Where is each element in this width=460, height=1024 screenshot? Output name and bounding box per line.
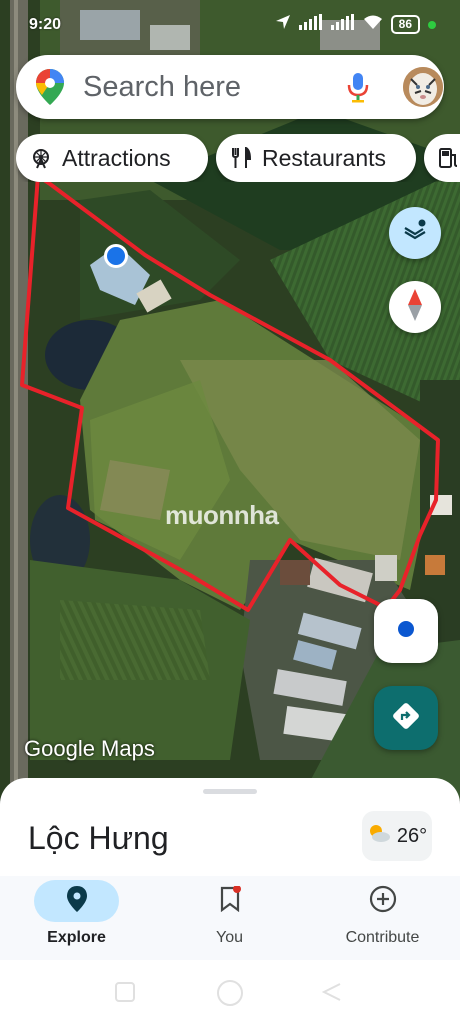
location-marker [104,244,128,268]
chip-label: Attractions [62,144,171,171]
wifi-icon [363,14,383,35]
search-bar[interactable]: Search here [16,55,444,119]
chip-gas[interactable] [424,134,460,182]
nav-icon-slot [187,880,272,922]
system-navigation-bar [0,960,460,1024]
layers-button[interactable] [389,207,441,259]
gas-station-icon [438,147,460,169]
nav-label: Contribute [345,929,420,946]
battery-indicator: 86 [390,15,420,34]
nav-you[interactable]: You [153,876,306,960]
directions-icon [391,701,421,736]
add-circle-icon [369,885,397,918]
search-input[interactable]: Search here [83,71,241,104]
my-location-button[interactable] [374,599,438,663]
bottom-navigation: Explore You Contribute [0,876,460,960]
nav-label: You [216,929,243,946]
nav-icon-slot [340,880,425,922]
privacy-dot-icon [428,20,436,29]
compass-icon [405,288,425,326]
partly-cloudy-icon [367,823,391,849]
clock: 9:20 [29,16,62,33]
bookmark-icon [219,884,241,917]
fork-knife-icon [230,147,252,169]
chip-attractions[interactable]: Attractions [16,134,208,182]
place-name: Lộc Hưng [28,820,169,856]
chip-label: Restaurants [262,144,387,171]
bottom-sheet[interactable]: Lộc Hưng 26° [0,778,460,878]
watermark: muonnha [165,500,279,530]
weather-chip[interactable]: 26° [362,811,432,861]
satellite-imagery [0,0,460,800]
google-maps-pin-icon [36,69,64,110]
avatar[interactable] [403,67,443,107]
google-maps-logo: Google Maps [24,736,155,761]
microphone-icon[interactable] [346,71,370,108]
signal-icon [298,14,323,35]
directions-button[interactable] [374,686,438,750]
signal-icon-2 [330,14,355,35]
chip-restaurants[interactable]: Restaurants [216,134,416,182]
drag-handle[interactable] [203,789,257,794]
category-chips: Attractions Restaurants [16,134,460,182]
explore-pin-icon [66,885,87,917]
temperature: 26° [396,824,428,847]
nav-contribute[interactable]: Contribute [306,876,459,960]
map-view[interactable]: muonnha Google Maps [0,0,460,800]
navigation-arrow-icon [275,14,291,35]
ferris-wheel-icon [30,147,52,169]
nav-label: Explore [47,929,106,946]
recents-icon[interactable] [115,982,135,1007]
back-icon[interactable] [321,982,342,1007]
active-indicator [34,880,119,922]
compass-button[interactable] [389,281,441,333]
my-location-icon [397,620,415,643]
layers-icon [402,218,428,249]
status-bar: 9:20 86 [0,0,460,50]
home-icon[interactable] [216,979,244,1012]
nav-explore[interactable]: Explore [0,876,153,960]
